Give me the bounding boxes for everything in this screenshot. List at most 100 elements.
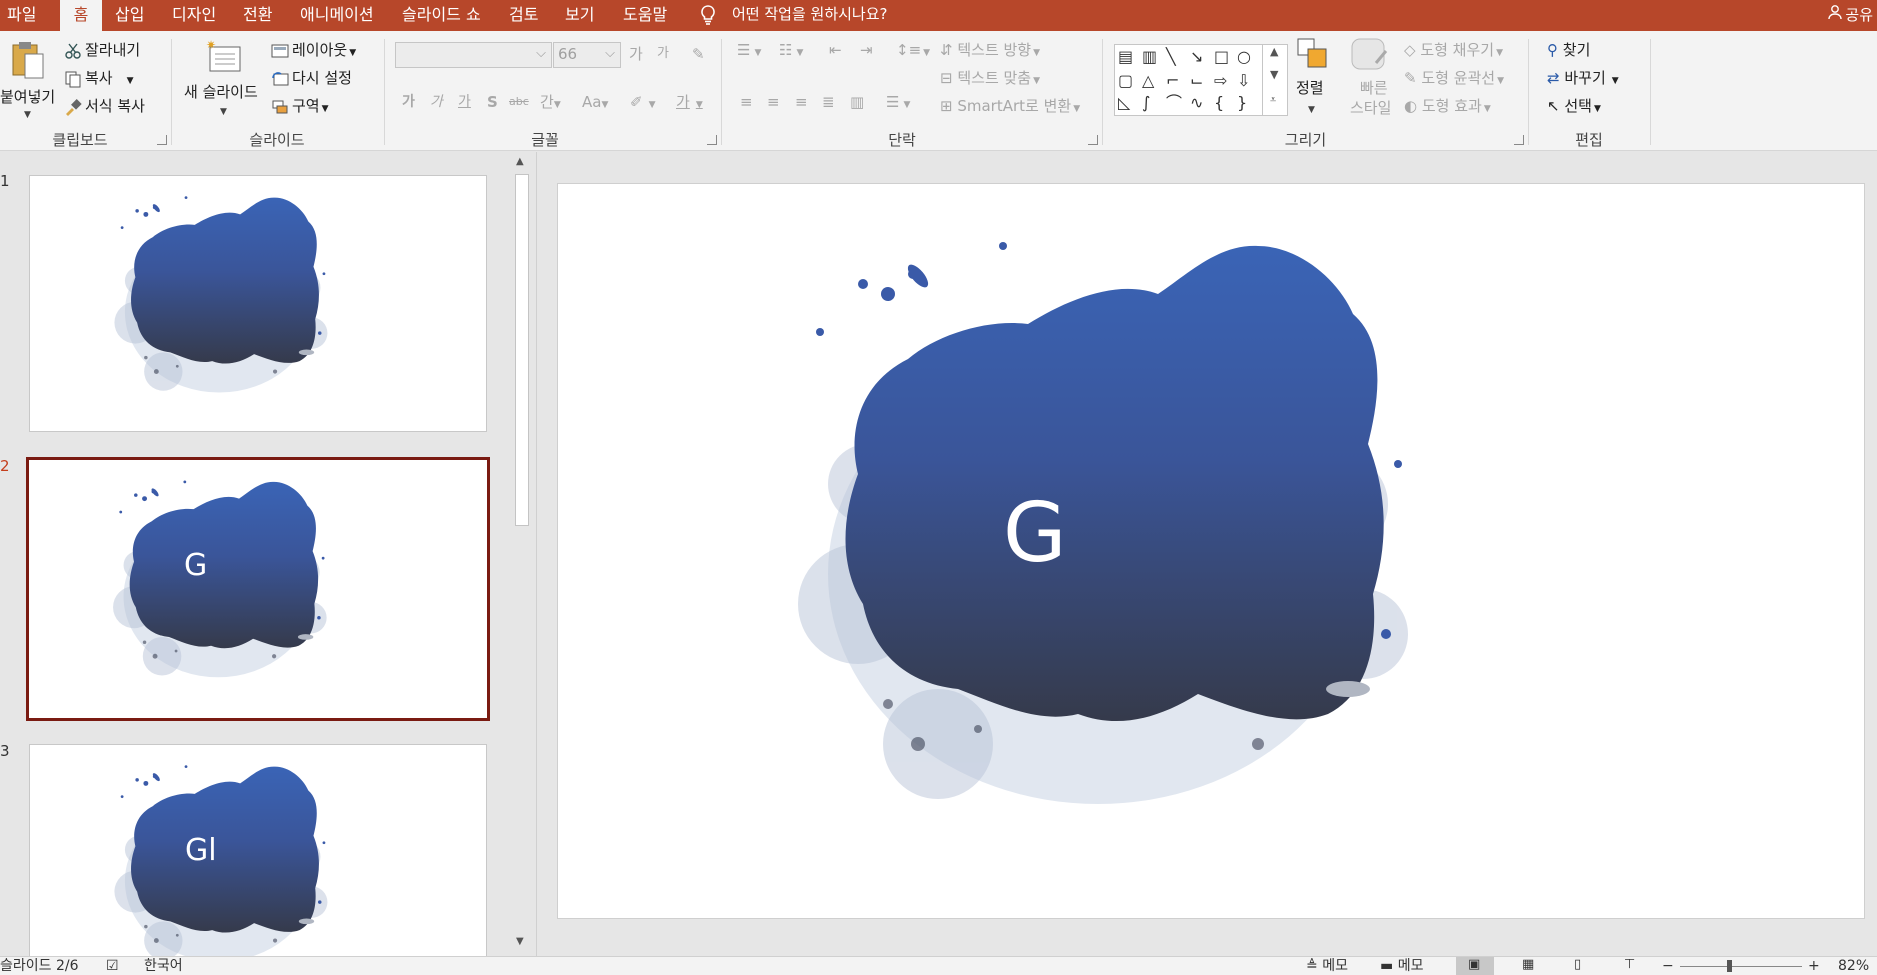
slide-thumbnail-3[interactable]: Gl xyxy=(29,744,487,964)
tab-design[interactable]: 디자인 xyxy=(172,0,224,31)
find-button[interactable]: ⚲ 찾기 xyxy=(1547,39,1590,61)
freeform-shape-icon[interactable]: ◺ xyxy=(1118,95,1130,111)
section-button[interactable]: 구역 ▼ xyxy=(271,95,329,117)
tell-me-search[interactable]: 어떤 작업을 원하시나요? xyxy=(732,0,888,31)
line-spacing-button[interactable]: ↕≡ ▼ xyxy=(896,39,930,61)
rounded-rect-shape-icon[interactable]: ▢ xyxy=(1118,73,1133,89)
arrange-button[interactable]: 정렬 ▼ xyxy=(1292,37,1332,125)
grow-font-button[interactable]: 가 xyxy=(629,43,643,65)
slideshow-view-button[interactable]: ⊤ xyxy=(1612,957,1650,975)
tab-insert[interactable]: 삽입 xyxy=(115,0,155,31)
arc-shape-icon[interactable]: ⌒ xyxy=(1166,95,1182,111)
spell-check-icon[interactable]: ☑ xyxy=(106,957,119,975)
tab-file[interactable]: 파일 xyxy=(7,0,43,31)
share-button[interactable]: 공유 xyxy=(1827,0,1877,31)
reset-button[interactable]: 다시 설정 xyxy=(271,67,352,89)
shape-fill-button[interactable]: ◇ 도형 채우기 ▼ xyxy=(1404,39,1503,61)
character-spacing-button[interactable]: 간▼ xyxy=(540,91,561,113)
font-size-combobox[interactable]: 66 ⌵ xyxy=(553,42,621,68)
tab-slideshow[interactable]: 슬라이드 쇼 xyxy=(402,0,492,31)
columns-button[interactable]: ☰ ▼ xyxy=(886,91,910,113)
cut-button[interactable]: 잘라내기 xyxy=(64,39,140,61)
language-indicator[interactable]: 한국어 xyxy=(144,957,183,975)
more-icon[interactable]: ⩡ xyxy=(1270,93,1276,107)
strikethrough-button[interactable]: abc xyxy=(509,91,529,113)
tab-home[interactable]: 홈 xyxy=(60,0,102,31)
normal-view-button[interactable]: ▣ xyxy=(1456,957,1494,975)
tab-animations[interactable]: 애니메이션 xyxy=(300,0,390,31)
numbering-button[interactable]: ☷ ▼ xyxy=(779,39,803,61)
paste-dropdown-arrow[interactable]: ▼ xyxy=(24,104,31,126)
slide-thumbnail-2[interactable]: G xyxy=(26,457,490,721)
shrink-font-button[interactable]: 가 xyxy=(657,43,669,65)
zoom-level[interactable]: 82% xyxy=(1838,957,1869,975)
scroll-down-icon[interactable]: ▼ xyxy=(516,936,524,947)
shadow-button[interactable]: S xyxy=(487,91,498,113)
scrollbar-thumb[interactable] xyxy=(515,174,529,526)
ink-blob-graphic[interactable] xyxy=(558,184,1866,920)
highlight-button[interactable]: ✐ ▼ xyxy=(630,91,656,113)
elbow-arrow-connector-icon[interactable]: ⌙ xyxy=(1190,73,1203,89)
rectangle-shape-icon[interactable]: □ xyxy=(1214,49,1229,65)
triangle-shape-icon[interactable]: △ xyxy=(1142,73,1154,89)
shapes-gallery-scroll[interactable]: ▲ ▼ ⩡ xyxy=(1262,44,1288,116)
new-slide-dropdown-arrow[interactable]: ▼ xyxy=(220,101,227,123)
bullets-button[interactable]: ☰ ▼ xyxy=(737,39,761,61)
font-color-button[interactable]: 가 ▼ xyxy=(676,91,703,113)
justify-icon[interactable]: ≣ xyxy=(822,91,835,113)
main-slide-canvas[interactable]: G xyxy=(557,183,1865,919)
arrange-dropdown-arrow[interactable]: ▼ xyxy=(1308,99,1315,121)
chevron-up-icon[interactable]: ▲ xyxy=(1270,45,1278,58)
underline-button[interactable]: 가 xyxy=(458,91,471,113)
line-shape-icon[interactable]: ╲ xyxy=(1166,49,1176,65)
new-slide-button[interactable]: ✷ 새 슬라이드 ▼ xyxy=(180,37,270,125)
zoom-in-button[interactable]: + xyxy=(1808,957,1820,975)
curve-shape-icon[interactable]: ∿ xyxy=(1190,95,1203,111)
shape-outline-button[interactable]: ✎ 도형 윤곽선 ▼ xyxy=(1404,67,1504,89)
font-name-combobox[interactable]: ⌵ xyxy=(395,42,552,68)
elbow-connector-icon[interactable]: ⌐ xyxy=(1166,73,1179,89)
copy-dropdown-arrow[interactable]: ▼ xyxy=(127,76,134,86)
slide-sorter-view-button[interactable]: ▦ xyxy=(1510,957,1548,975)
vertical-textbox-shape-icon[interactable]: ▥ xyxy=(1142,49,1157,65)
quick-styles-button[interactable]: 빠른 스타일 xyxy=(1340,37,1400,125)
paragraph-launcher-icon[interactable] xyxy=(1088,135,1098,145)
increase-indent-icon[interactable]: ⇥ xyxy=(860,39,873,61)
copy-button[interactable]: 복사 ▼ xyxy=(64,67,134,89)
comments-button[interactable]: ▬ 메모 xyxy=(1380,957,1423,975)
tab-help[interactable]: 도움말 xyxy=(623,0,675,31)
zoom-out-button[interactable]: − xyxy=(1662,957,1674,975)
slide-thumbnail-1[interactable] xyxy=(29,175,487,432)
right-brace-shape-icon[interactable]: } xyxy=(1237,95,1247,111)
align-center-icon[interactable]: ≡ xyxy=(767,91,780,113)
change-case-button[interactable]: Aa▼ xyxy=(582,91,608,113)
zoom-slider-handle[interactable] xyxy=(1727,960,1732,972)
reading-view-button[interactable]: ▯ xyxy=(1562,957,1600,975)
smartart-button[interactable]: ⊞ SmartArt로 변환 ▼ xyxy=(940,95,1080,117)
scribble-shape-icon[interactable]: ∫ xyxy=(1142,95,1150,111)
chevron-down-icon[interactable]: ▼ xyxy=(1270,68,1278,81)
shape-effects-button[interactable]: ◐ 도형 효과 ▼ xyxy=(1404,95,1491,117)
left-brace-shape-icon[interactable]: { xyxy=(1214,95,1224,111)
tab-review[interactable]: 검토 xyxy=(509,0,549,31)
clear-formatting-icon[interactable]: ✎ xyxy=(692,43,705,65)
select-button[interactable]: ↖ 선택 ▼ xyxy=(1547,95,1601,117)
zoom-slider[interactable] xyxy=(1680,966,1802,967)
align-right-icon[interactable]: ≡ xyxy=(795,91,808,113)
drawing-launcher-icon[interactable] xyxy=(1514,135,1524,145)
right-arrow-shape-icon[interactable]: ⇨ xyxy=(1214,73,1227,89)
slide-title-text[interactable]: G xyxy=(1003,486,1067,581)
align-left-icon[interactable]: ≡ xyxy=(740,91,753,113)
textbox-shape-icon[interactable]: ▤ xyxy=(1118,49,1133,65)
notes-button[interactable]: ≜ 메모 xyxy=(1306,957,1348,975)
down-arrow-shape-icon[interactable]: ⇩ xyxy=(1237,73,1250,89)
italic-button[interactable]: 가 xyxy=(430,91,443,113)
text-direction-button[interactable]: ⇵ 텍스트 방향 ▼ xyxy=(940,39,1040,61)
align-text-button[interactable]: ⊟ 텍스트 맞춤 ▼ xyxy=(940,67,1040,89)
tab-view[interactable]: 보기 xyxy=(565,0,605,31)
scroll-up-icon[interactable]: ▲ xyxy=(516,156,524,167)
paste-button[interactable]: 붙여넣기 ▼ xyxy=(0,38,60,124)
font-launcher-icon[interactable] xyxy=(707,135,717,145)
arrow-line-shape-icon[interactable]: ↘ xyxy=(1190,49,1203,65)
tab-transitions[interactable]: 전환 xyxy=(243,0,283,31)
